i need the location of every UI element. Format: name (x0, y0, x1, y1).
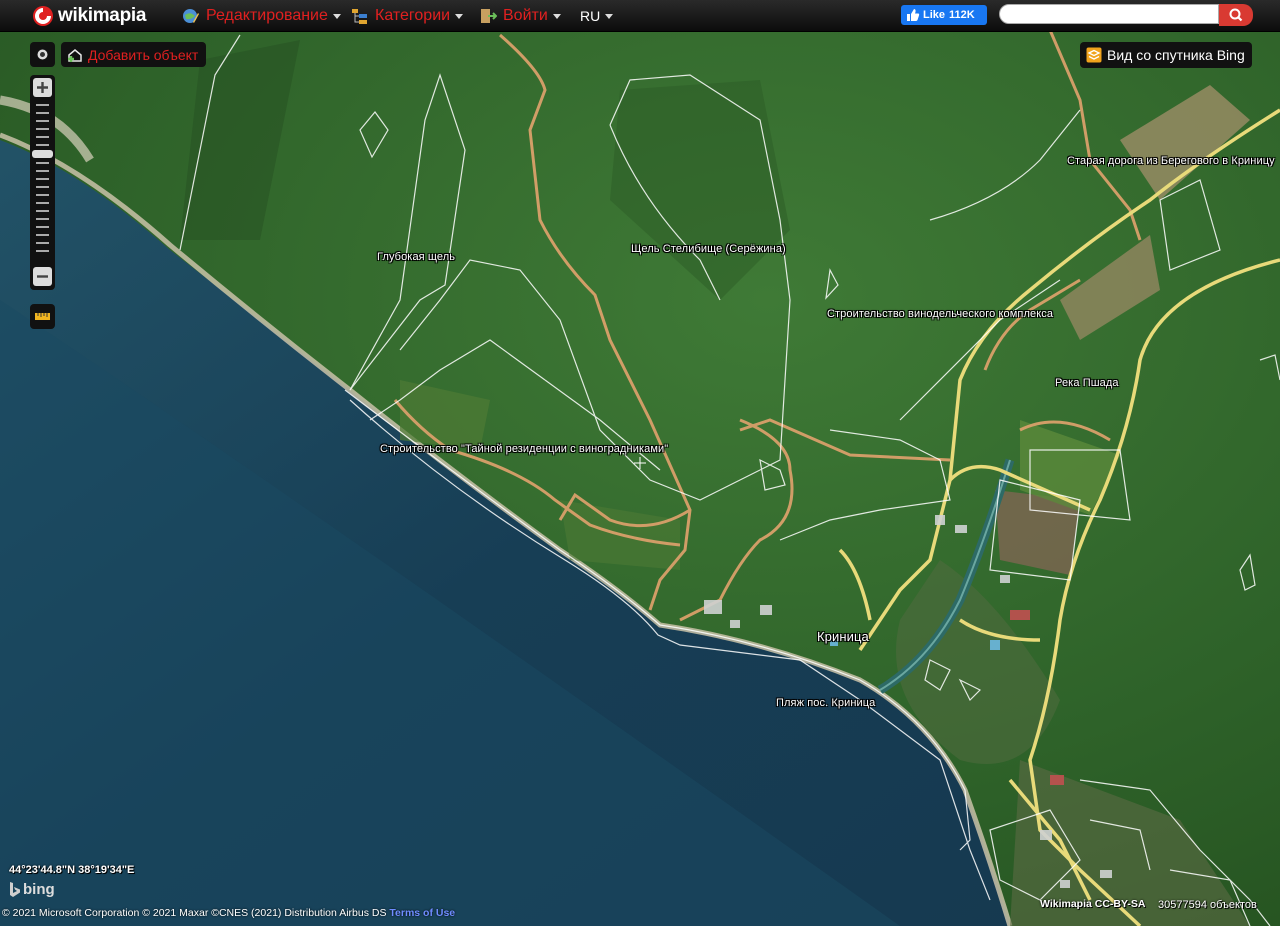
categories-icon (352, 9, 367, 24)
bing-b-icon (10, 881, 20, 897)
coordinates-readout: 44°23'44.8"N 38°19'34"E (9, 864, 135, 876)
menu-language[interactable]: RU (580, 5, 614, 27)
terms-of-use-link[interactable]: Terms of Use (389, 907, 455, 919)
search-button[interactable] (1219, 4, 1253, 26)
thumbs-up-icon (907, 9, 920, 21)
chevron-down-icon (552, 13, 561, 19)
add-object-button[interactable]: Добавить объект (61, 42, 206, 67)
zoom-in-button[interactable] (33, 78, 52, 97)
my-location-button[interactable] (30, 42, 55, 67)
zoom-slider-track[interactable] (30, 101, 55, 261)
menu-edit-label: Редактирование (206, 7, 328, 24)
map-label-deep-gorge[interactable]: Глубокая щель (377, 251, 455, 263)
wikimapia-logo-icon (33, 6, 53, 26)
satellite-view-label: Вид со спутника Bing (1107, 47, 1245, 63)
facebook-like-count: 112K (949, 9, 975, 21)
chevron-down-icon (332, 13, 341, 19)
plus-icon (37, 82, 48, 93)
login-door-icon (481, 9, 497, 23)
wikimapia-logo[interactable]: wikimapia (32, 4, 146, 28)
map-label-beach[interactable]: Пляж пос. Криница (776, 697, 875, 709)
wikimapia-license-credit[interactable]: Wikimapia CC-BY-SA (1040, 898, 1146, 910)
add-place-icon (68, 48, 82, 62)
ruler-button[interactable] (30, 304, 55, 329)
search-input[interactable] (999, 4, 1219, 24)
zoom-out-button[interactable] (33, 267, 52, 286)
bing-logo-text: bing (23, 880, 55, 898)
facebook-like-button[interactable]: Like 112K (901, 5, 987, 25)
brand-name: wikimapia (58, 5, 147, 26)
search-icon (1229, 8, 1243, 22)
menu-login-label: Войти (503, 7, 548, 24)
menu-login[interactable]: Войти (479, 5, 561, 27)
language-label: RU (580, 8, 601, 24)
objects-count: 30577594 объектов (1158, 899, 1257, 911)
zoom-slider-handle (32, 150, 53, 158)
copyright-text: © 2021 Microsoft Corporation © 2021 Maxa… (2, 907, 387, 919)
map-label-old-road[interactable]: Старая дорога из Берегового в Криницу (1067, 155, 1280, 167)
add-object-label: Добавить объект (88, 46, 199, 63)
bing-logo: bing (9, 880, 55, 898)
menu-categories-label: Категории (375, 7, 451, 24)
satellite-view-button[interactable]: Вид со спутника Bing (1080, 42, 1252, 68)
map-copyright: © 2021 Microsoft Corporation © 2021 Maxa… (2, 907, 455, 919)
edit-globe-icon (183, 9, 199, 23)
menu-edit[interactable]: Редактирование (182, 5, 341, 27)
map-label-secret-residence[interactable]: Строительство "Тайной резиденции с виног… (380, 443, 668, 455)
chevron-down-icon (455, 13, 464, 19)
map-label-river[interactable]: Река Пшада (1055, 377, 1119, 389)
facebook-like-label: Like (923, 9, 946, 21)
zoom-control (30, 75, 55, 290)
minus-icon (37, 275, 48, 278)
map-label-winery[interactable]: Строительство винодельческого комплекса (827, 308, 1053, 320)
satellite-map[interactable] (0, 0, 1280, 926)
menu-categories[interactable]: Категории (351, 5, 464, 27)
layers-icon (1086, 47, 1102, 63)
map-label-krinitsa[interactable]: Криница (817, 629, 869, 644)
top-bar: wikimapia Редактирование Категории Войти… (0, 0, 1280, 32)
ruler-icon (35, 313, 50, 320)
map-label-gorge-stelibishche[interactable]: Щель Стелибище (Серёжина) (631, 243, 786, 255)
chevron-down-icon (605, 13, 614, 19)
target-icon (37, 49, 48, 60)
